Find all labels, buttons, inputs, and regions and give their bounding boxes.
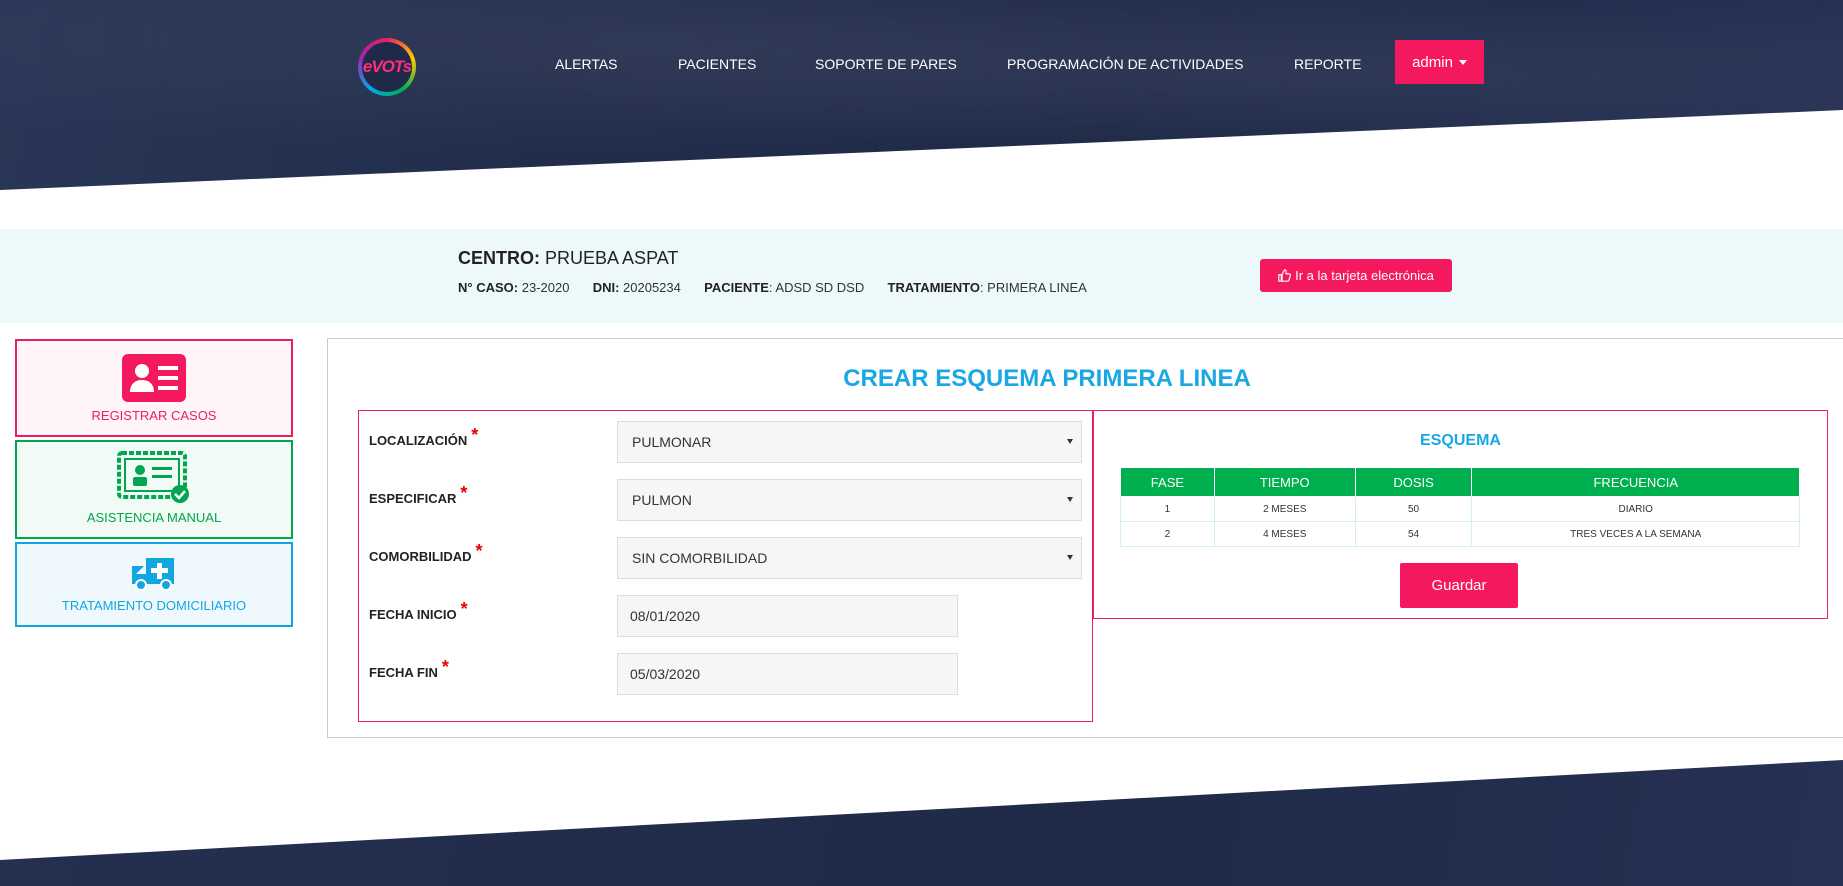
dropdown-arrow-icon (1067, 497, 1073, 502)
scheme-table: FASE TIEMPO DOSIS FRECUENCIA 1 2 MESES 5… (1120, 467, 1800, 547)
column-header-fase: FASE (1120, 467, 1215, 497)
column-header-dosis: DOSIS (1354, 467, 1473, 497)
paciente-label: PACIENTE (704, 280, 769, 295)
comorbilidad-value: SIN COMORBILIDAD (632, 550, 768, 566)
case-details: N° CASO: 23-2020 DNI: 20205234 PACIENTE:… (458, 280, 1087, 295)
nav-alertas[interactable]: ALERTAS (555, 56, 618, 72)
sidebar-item-label: ASISTENCIA MANUAL (86, 510, 222, 525)
sidebar-item-tratamiento-domiciliario[interactable]: TRATAMIENTO DOMICILIARIO (15, 542, 293, 627)
chevron-down-icon (1458, 59, 1467, 65)
caso-value: 23-2020 (521, 280, 570, 295)
fecha-inicio-value: 08/01/2020 (630, 608, 701, 624)
save-button[interactable]: Guardar (1400, 563, 1518, 608)
ambulance-icon (132, 558, 174, 591)
comorbilidad-label: COMORBILIDAD * (369, 541, 483, 564)
especificar-value: PULMON (632, 492, 692, 508)
certificate-check-icon (117, 451, 189, 503)
nav-pacientes[interactable]: PACIENTES (678, 56, 756, 72)
table-cell: 1 (1120, 496, 1215, 522)
table-cell: DIARIO (1471, 496, 1800, 522)
comorbilidad-select[interactable]: SIN COMORBILIDAD (617, 537, 1082, 579)
tratamiento-label: TRATAMIENTO (887, 280, 980, 295)
page-title: CREAR ESQUEMA PRIMERA LINEA (843, 365, 1251, 392)
tratamiento-value: : PRIMERA LINEA (979, 280, 1087, 295)
table-cell: 2 (1120, 521, 1215, 547)
fecha-fin-label: FECHA FIN * (369, 657, 449, 680)
dni-label: DNI: (592, 280, 620, 295)
fecha-fin-input[interactable]: 05/03/2020 (617, 653, 958, 695)
sidebar-item-registrar-casos[interactable]: REGISTRAR CASOS (15, 339, 293, 437)
table-cell: TRES VECES A LA SEMANA (1471, 521, 1800, 547)
logo-text: eVOTs (362, 42, 412, 92)
especificar-select[interactable]: PULMON (617, 479, 1082, 521)
admin-label: admin (1412, 53, 1453, 71)
dropdown-arrow-icon (1067, 439, 1073, 444)
centro-label: CENTRO: (458, 248, 540, 268)
electronic-card-label: Ir a la tarjeta electrónica (1295, 268, 1434, 283)
table-cell: 2 MESES (1213, 496, 1356, 522)
table-cell: 50 (1354, 496, 1473, 522)
table-row: 1 2 MESES 50 DIARIO (1120, 496, 1800, 522)
column-header-tiempo: TIEMPO (1213, 467, 1356, 497)
app-logo[interactable]: eVOTs (358, 38, 416, 96)
nav-programacion-de-actividades[interactable]: PROGRAMACIÓN DE ACTIVIDADES (1007, 56, 1243, 72)
admin-user-menu[interactable]: admin (1395, 40, 1484, 84)
paciente-value: : ADSD SD DSD (768, 280, 865, 295)
centro-heading: CENTRO: PRUEBA ASPAT (458, 248, 678, 269)
header-background (0, 0, 1843, 190)
centro-value: PRUEBA ASPAT (545, 248, 679, 268)
fecha-fin-value: 05/03/2020 (630, 666, 701, 682)
nav-soporte-de-pares[interactable]: SOPORTE DE PARES (815, 56, 957, 72)
table-cell: 4 MESES (1213, 521, 1356, 547)
case-info-band (0, 229, 1843, 323)
sidebar-item-label: REGISTRAR CASOS (91, 408, 217, 423)
caso-label: N° CASO: (458, 280, 519, 295)
especificar-label: ESPECIFICAR * (369, 483, 468, 506)
nav-reporte[interactable]: REPORTE (1294, 56, 1361, 72)
dropdown-arrow-icon (1067, 555, 1073, 560)
electronic-card-button[interactable]: Ir a la tarjeta electrónica (1260, 259, 1452, 292)
fecha-inicio-input[interactable]: 08/01/2020 (617, 595, 958, 637)
dni-value: 20205234 (623, 280, 681, 295)
table-row: 2 4 MESES 54 TRES VECES A LA SEMANA (1120, 521, 1800, 547)
thumbs-up-icon (1278, 269, 1292, 282)
table-cell: 54 (1354, 521, 1473, 547)
scheme-title: ESQUEMA (1420, 432, 1501, 449)
sidebar-item-label: TRATAMIENTO DOMICILIARIO (61, 598, 247, 613)
footer-background (0, 760, 1843, 886)
localizacion-select[interactable]: PULMONAR (617, 421, 1082, 463)
sidebar-item-asistencia-manual[interactable]: ASISTENCIA MANUAL (15, 440, 293, 539)
localizacion-value: PULMONAR (632, 434, 712, 450)
fecha-inicio-label: FECHA INICIO * (369, 599, 468, 622)
table-header-row: FASE TIEMPO DOSIS FRECUENCIA (1120, 467, 1800, 497)
column-header-frecuencia: FRECUENCIA (1471, 467, 1800, 497)
id-card-icon (122, 354, 186, 402)
localizacion-label: LOCALIZACIÓN * (369, 425, 479, 448)
